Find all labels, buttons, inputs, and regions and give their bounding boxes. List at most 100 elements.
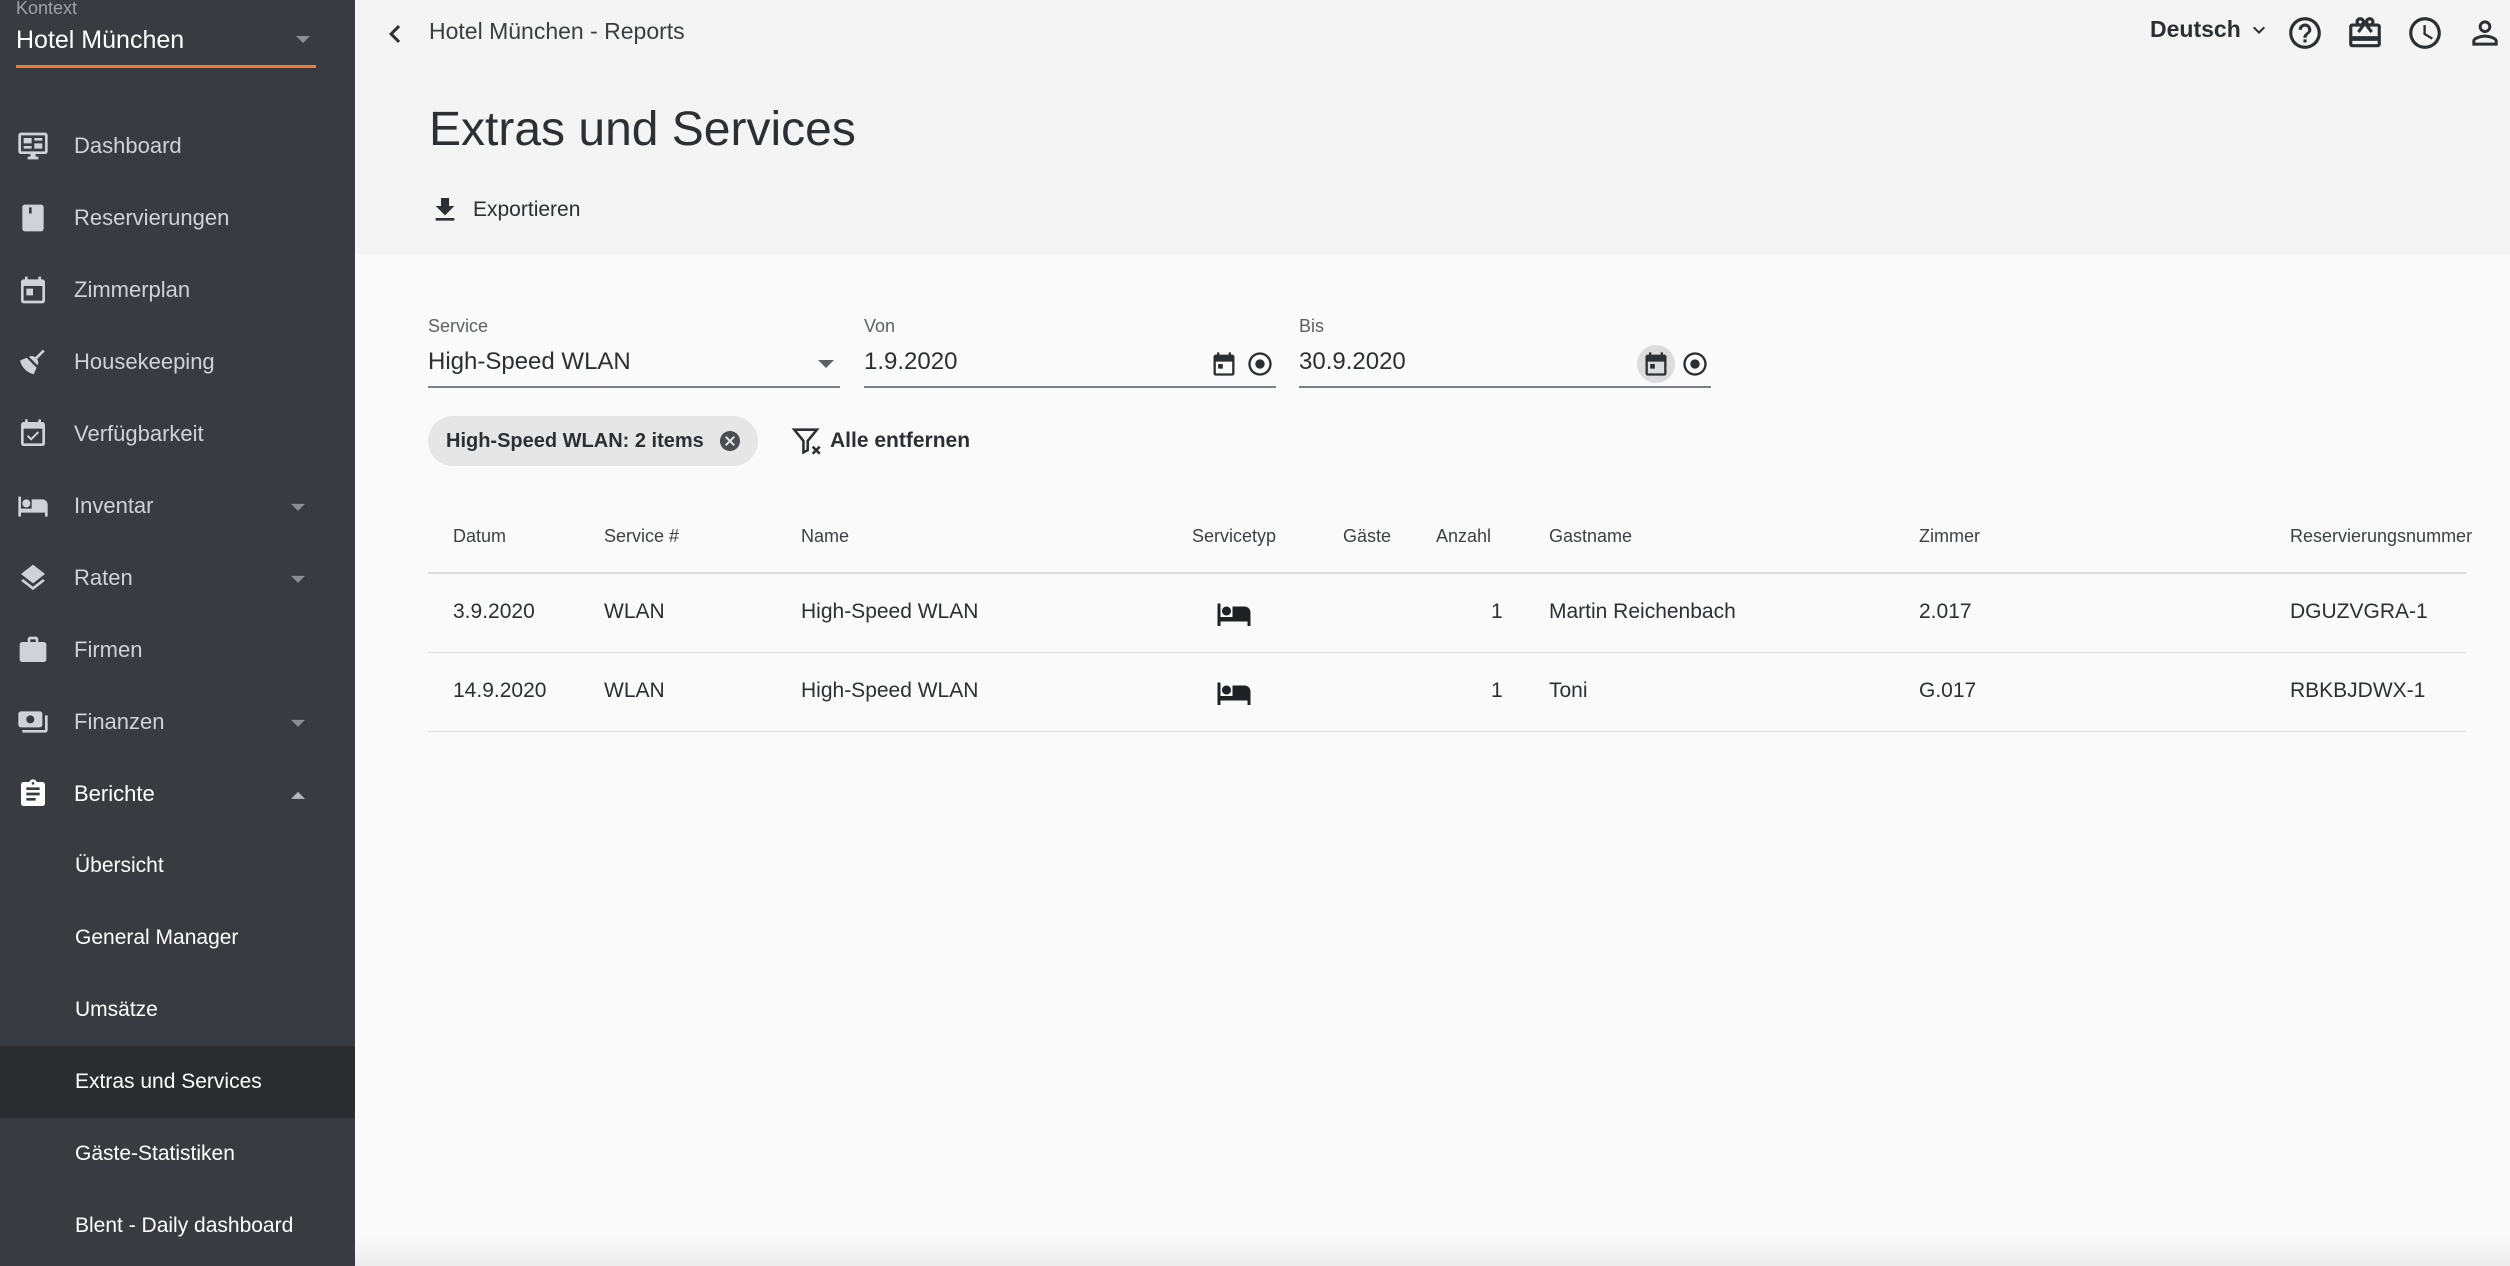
target-icon[interactable] (1681, 350, 1709, 378)
sidebar-item-dashboard[interactable]: Dashboard (0, 110, 355, 182)
context-value: Hotel München (16, 26, 185, 54)
help-icon[interactable] (2286, 14, 2324, 52)
chevron-down-icon (291, 575, 305, 583)
column-header-anzahl[interactable]: Anzahl (1436, 526, 1491, 547)
cell-count: 1 (1491, 600, 1503, 623)
service-label: Service (428, 316, 489, 336)
close-circle-icon[interactable] (718, 429, 742, 453)
calendar-check-icon (17, 418, 49, 450)
layers-icon (17, 562, 49, 594)
service-value: High-Speed WLAN (428, 348, 631, 375)
service-select[interactable]: Service High-Speed WLAN (428, 316, 840, 388)
sidebar-item-reservierungen[interactable]: Reservierungen (0, 182, 355, 254)
calendar-icon (17, 274, 49, 306)
cell-name: High-Speed WLAN (801, 600, 979, 623)
sidebar-item-label: Zimmerplan (74, 277, 191, 302)
cell-reservation-no: RBKBJDWX-1 (2290, 679, 2426, 702)
calendar-icon[interactable] (1210, 350, 1238, 378)
to-label: Bis (1299, 316, 1325, 336)
sidebar-subitem-label: Gäste-Statistiken (75, 1142, 235, 1165)
back-arrow-icon[interactable] (377, 16, 413, 52)
cell-count: 1 (1491, 679, 1503, 702)
table-row[interactable]: 3.9.2020 WLAN High-Speed WLAN 1 Martin R… (428, 574, 2466, 653)
sidebar-item-housekeeping[interactable]: Housekeeping (0, 326, 355, 398)
sidebar-item-raten[interactable]: Raten (0, 542, 355, 614)
column-header-name[interactable]: Name (801, 526, 849, 547)
broom-icon (17, 346, 49, 378)
chevron-down-icon (296, 36, 310, 43)
sidebar-item-zimmerplan[interactable]: Zimmerplan (0, 254, 355, 326)
table-row[interactable]: 14.9.2020 WLAN High-Speed WLAN 1 Toni G.… (428, 653, 2466, 732)
briefcase-icon (17, 634, 49, 666)
sidebar-subitem-gaeste-statistiken[interactable]: Gäste-Statistiken (0, 1118, 355, 1190)
sidebar-subitem-label: Umsätze (75, 998, 158, 1021)
clear-all-label: Alle entfernen (830, 429, 971, 452)
sidebar-item-label: Firmen (74, 637, 143, 662)
sidebar-item-berichte[interactable]: Berichte (0, 758, 355, 830)
sidebar-item-verfuegbarkeit[interactable]: Verfügbarkeit (0, 398, 355, 470)
column-header-zimmer[interactable]: Zimmer (1919, 526, 1980, 547)
sidebar-subitem-label: Extras und Services (75, 1070, 262, 1093)
language-select[interactable]: Deutsch (2150, 16, 2271, 43)
sidebar-item-label: Dashboard (74, 133, 182, 158)
from-date-field[interactable]: Von 1.9.2020 (864, 316, 1276, 388)
column-header-servicetyp[interactable]: Servicetyp (1192, 526, 1276, 547)
filter-chip: High-Speed WLAN: 2 items (428, 416, 758, 466)
chevron-up-icon (291, 791, 305, 799)
sidebar-item-finanzen[interactable]: Finanzen (0, 686, 355, 758)
hotel-bed-icon (1216, 675, 1252, 711)
sidebar-subitem-blent-daily-dashboard[interactable]: Blent - Daily dashboard (0, 1190, 355, 1262)
chevron-down-icon (2252, 26, 2265, 34)
filter-remove-icon (791, 428, 821, 455)
sidebar-nav: Dashboard Reservierungen Zimmerplan Hous… (0, 110, 355, 1262)
calendar-icon[interactable] (1637, 345, 1675, 383)
cell-date: 3.9.2020 (453, 600, 535, 623)
sidebar-subitem-umsaetze[interactable]: Umsätze (0, 974, 355, 1046)
sidebar: Kontext Hotel München Dashboard Reservie… (0, 0, 355, 1266)
gift-icon[interactable] (2346, 14, 2384, 52)
export-button[interactable]: Exportieren (429, 190, 580, 230)
sidebar-subitem-uebersicht[interactable]: Übersicht (0, 830, 355, 902)
cell-reservation-no: DGUZVGRA-1 (2290, 600, 2428, 623)
sidebar-subitem-general-manager[interactable]: General Manager (0, 902, 355, 974)
clock-icon[interactable] (2406, 14, 2444, 52)
to-date-field[interactable]: Bis 30.9.2020 (1299, 316, 1711, 388)
hotel-bed-icon (1216, 596, 1252, 632)
cell-room: G.017 (1919, 679, 1977, 702)
sidebar-subitem-extras-und-services[interactable]: Extras und Services (0, 1046, 355, 1118)
sidebar-item-firmen[interactable]: Firmen (0, 614, 355, 686)
filter-chip-label: High-Speed WLAN: 2 items (446, 429, 704, 452)
cell-room: 2.017 (1919, 600, 1972, 623)
sidebar-item-inventar[interactable]: Inventar (0, 470, 355, 542)
cell-service-no: WLAN (604, 600, 665, 623)
sidebar-item-label: Berichte (74, 781, 155, 806)
services-table: Datum Service # Name Servicetyp Gäste An… (428, 504, 2472, 732)
cell-service-no: WLAN (604, 679, 665, 702)
to-value: 30.9.2020 (1299, 348, 1406, 375)
column-header-gastname[interactable]: Gastname (1549, 526, 1632, 547)
table-header: Datum Service # Name Servicetyp Gäste An… (428, 504, 2472, 574)
monitor-dashboard-icon (17, 130, 49, 162)
sidebar-subitem-label: Blent - Daily dashboard (75, 1214, 294, 1237)
column-header-gaeste[interactable]: Gäste (1343, 526, 1391, 547)
sidebar-item-label: Raten (74, 565, 133, 590)
column-header-service-no[interactable]: Service # (604, 526, 679, 547)
column-header-reservierungsnummer[interactable]: Reservierungsnummer (2290, 526, 2472, 547)
clipboard-icon (17, 778, 49, 810)
chevron-down-icon (291, 719, 305, 727)
context-select[interactable]: Hotel München (16, 26, 316, 68)
column-header-datum[interactable]: Datum (453, 526, 506, 547)
download-icon (435, 198, 455, 221)
cell-guest-name: Toni (1549, 679, 1588, 702)
chevron-down-icon (818, 360, 834, 368)
clear-all-filters-button[interactable]: Alle entfernen (790, 424, 970, 458)
hotel-bed-icon (17, 490, 49, 522)
cell-guest-name: Martin Reichenbach (1549, 600, 1736, 623)
context-label: Kontext (16, 0, 78, 18)
chevron-down-icon (291, 503, 305, 511)
book-icon (17, 202, 49, 234)
sidebar-item-label: Finanzen (74, 709, 165, 734)
target-icon[interactable] (1246, 350, 1274, 378)
breadcrumb: Hotel München - Reports (429, 18, 685, 44)
account-icon[interactable] (2466, 14, 2504, 52)
